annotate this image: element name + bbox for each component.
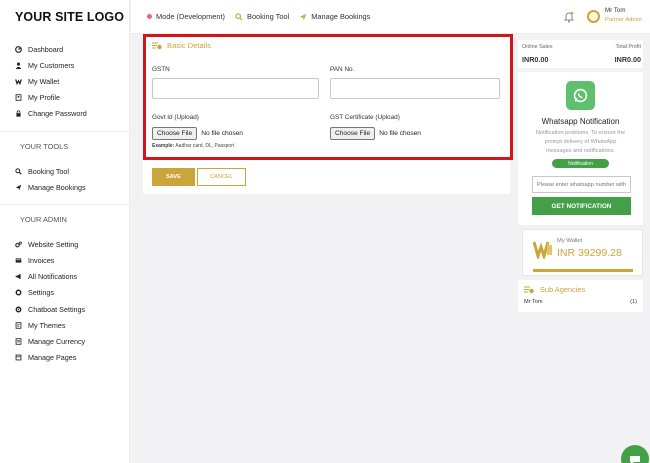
user-role: Partner Admin — [605, 17, 642, 23]
sidebar-item-label: Booking Tool — [28, 166, 70, 176]
user-name[interactable]: Mr Tom — [605, 7, 626, 14]
top-bar: Mode (Development) Booking Tool Manage B… — [131, 0, 650, 34]
top-manage-bookings-label: Manage Bookings — [311, 12, 371, 21]
sidebar-item-label: Manage Currency — [28, 337, 86, 347]
chat-gear-icon — [15, 306, 22, 313]
sidebar-item-booking-tool[interactable]: Booking Tool — [0, 163, 129, 179]
sub-agencies-card: Sub Agencies Mr Tom (1) — [518, 280, 643, 312]
status-dot-icon — [147, 14, 152, 19]
user-icon — [15, 62, 22, 69]
sidebar-item-label: Dashboard — [28, 44, 64, 54]
profile-icon — [15, 94, 22, 101]
chat-icon — [629, 452, 641, 463]
search-icon — [15, 167, 22, 175]
sales-stats: Online Sales Total Profit INR0.00 INR0.0… — [518, 40, 643, 68]
gears-icon — [15, 241, 22, 248]
sidebar-item-label: My Wallet — [28, 76, 60, 86]
total-profit-value: INR0.00 — [614, 55, 641, 64]
sidebar-item-my-profile[interactable]: My Profile — [0, 90, 129, 106]
sidebar-item-my-wallet[interactable]: My Wallet — [0, 73, 129, 89]
wallet-card: My Wallet INR 39299.28 — [522, 229, 643, 276]
top-manage-bookings-link[interactable]: Manage Bookings — [299, 12, 370, 21]
sidebar-item-invoices[interactable]: Invoices — [0, 253, 129, 269]
avatar[interactable] — [587, 10, 600, 23]
section-title-tools: YOUR TOOLS — [20, 141, 69, 151]
pages-icon — [15, 354, 22, 361]
list-icon — [524, 286, 534, 294]
lock-icon — [15, 110, 22, 117]
sidebar-item-label: Settings — [28, 288, 54, 298]
bell-icon[interactable] — [563, 10, 575, 23]
whatsapp-description: Notification problems. To ensure the pro… — [535, 130, 626, 154]
sidebar-item-chatboat-settings[interactable]: Chatboat Settings — [0, 301, 129, 317]
online-sales-label: Online Sales — [522, 44, 553, 50]
mode-label: Mode (Development) — [156, 12, 226, 21]
sidebar-item-my-customers[interactable]: My Customers — [0, 57, 129, 73]
sidebar-item-dashboard[interactable]: Dashboard — [0, 41, 129, 57]
chat-widget-button[interactable] — [621, 445, 649, 463]
sidebar-item-manage-currency[interactable]: Manage Currency — [0, 333, 129, 349]
sub-agency-name[interactable]: Mr Tom — [524, 299, 543, 305]
dashboard-icon — [15, 45, 22, 53]
sidebar-item-label: My Customers — [28, 60, 75, 70]
save-button[interactable]: SAVE — [152, 168, 195, 186]
sidebar-item-label: Chatboat Settings — [28, 304, 86, 314]
section-title-admin: YOUR ADMIN — [20, 215, 67, 225]
wallet-icon — [532, 239, 553, 264]
plane-icon — [299, 13, 307, 21]
search-icon — [235, 12, 243, 21]
sub-agencies-title: Sub Agencies — [540, 285, 586, 294]
gear-icon — [15, 289, 22, 296]
plane-icon — [15, 184, 22, 191]
sidebar-item-settings[interactable]: Settings — [0, 285, 129, 301]
wallet-icon — [15, 78, 22, 85]
wallet-balance: INR 39299.28 — [557, 247, 622, 259]
wallet-label: My Wallet — [557, 238, 583, 244]
site-logo[interactable]: YOUR SITE LOGO — [0, 0, 129, 34]
invoice-icon — [15, 257, 22, 264]
cancel-button[interactable]: CANCEL — [197, 168, 246, 186]
sidebar-item-label: My Profile — [28, 93, 60, 103]
megaphone-icon — [15, 273, 22, 280]
get-notification-button[interactable]: GET NOTIFICATION — [532, 197, 631, 215]
theme-icon — [15, 322, 22, 329]
sidebar-item-label: Manage Pages — [28, 353, 77, 363]
whatsapp-icon — [566, 81, 595, 110]
online-sales-value: INR0.00 — [522, 55, 549, 64]
sidebar-item-my-themes[interactable]: My Themes — [0, 317, 129, 333]
sidebar-item-label: Change Password — [28, 109, 87, 119]
whatsapp-number-input[interactable] — [532, 176, 631, 193]
sidebar-item-label: Website Setting — [28, 239, 79, 249]
sidebar-item-website-setting[interactable]: Website Setting — [0, 236, 129, 252]
wallet-underline — [533, 269, 633, 272]
currency-icon — [15, 338, 22, 345]
sidebar-item-change-password[interactable]: Change Password — [0, 106, 129, 122]
sidebar-item-manage-bookings[interactable]: Manage Bookings — [0, 179, 129, 195]
top-booking-tool-link[interactable]: Booking Tool — [235, 12, 289, 21]
notification-badge: Notification — [552, 159, 609, 168]
total-profit-label: Total Profit — [615, 44, 641, 50]
sidebar-item-label: All Notifications — [28, 272, 78, 282]
sidebar: YOUR SITE LOGO Dashboard My Customers My… — [0, 0, 130, 463]
sidebar-item-label: Manage Bookings — [28, 182, 86, 192]
sidebar-item-all-notifications[interactable]: All Notifications — [0, 269, 129, 285]
whatsapp-title: Whatsapp Notification — [541, 117, 620, 126]
main-nav: Dashboard My Customers My Wallet My Prof… — [0, 34, 129, 122]
sidebar-item-manage-pages[interactable]: Manage Pages — [0, 350, 129, 366]
sub-agency-count: (1) — [630, 299, 637, 305]
whatsapp-notification-card: Whatsapp Notification Notification probl… — [518, 72, 643, 225]
sub-agencies-heading: Sub Agencies — [524, 285, 585, 294]
sidebar-item-label: My Themes — [28, 320, 66, 330]
highlight-box — [143, 34, 513, 160]
sidebar-item-label: Invoices — [28, 256, 55, 266]
mode-indicator[interactable]: Mode (Development) — [147, 12, 225, 21]
top-booking-tool-label: Booking Tool — [247, 12, 290, 21]
